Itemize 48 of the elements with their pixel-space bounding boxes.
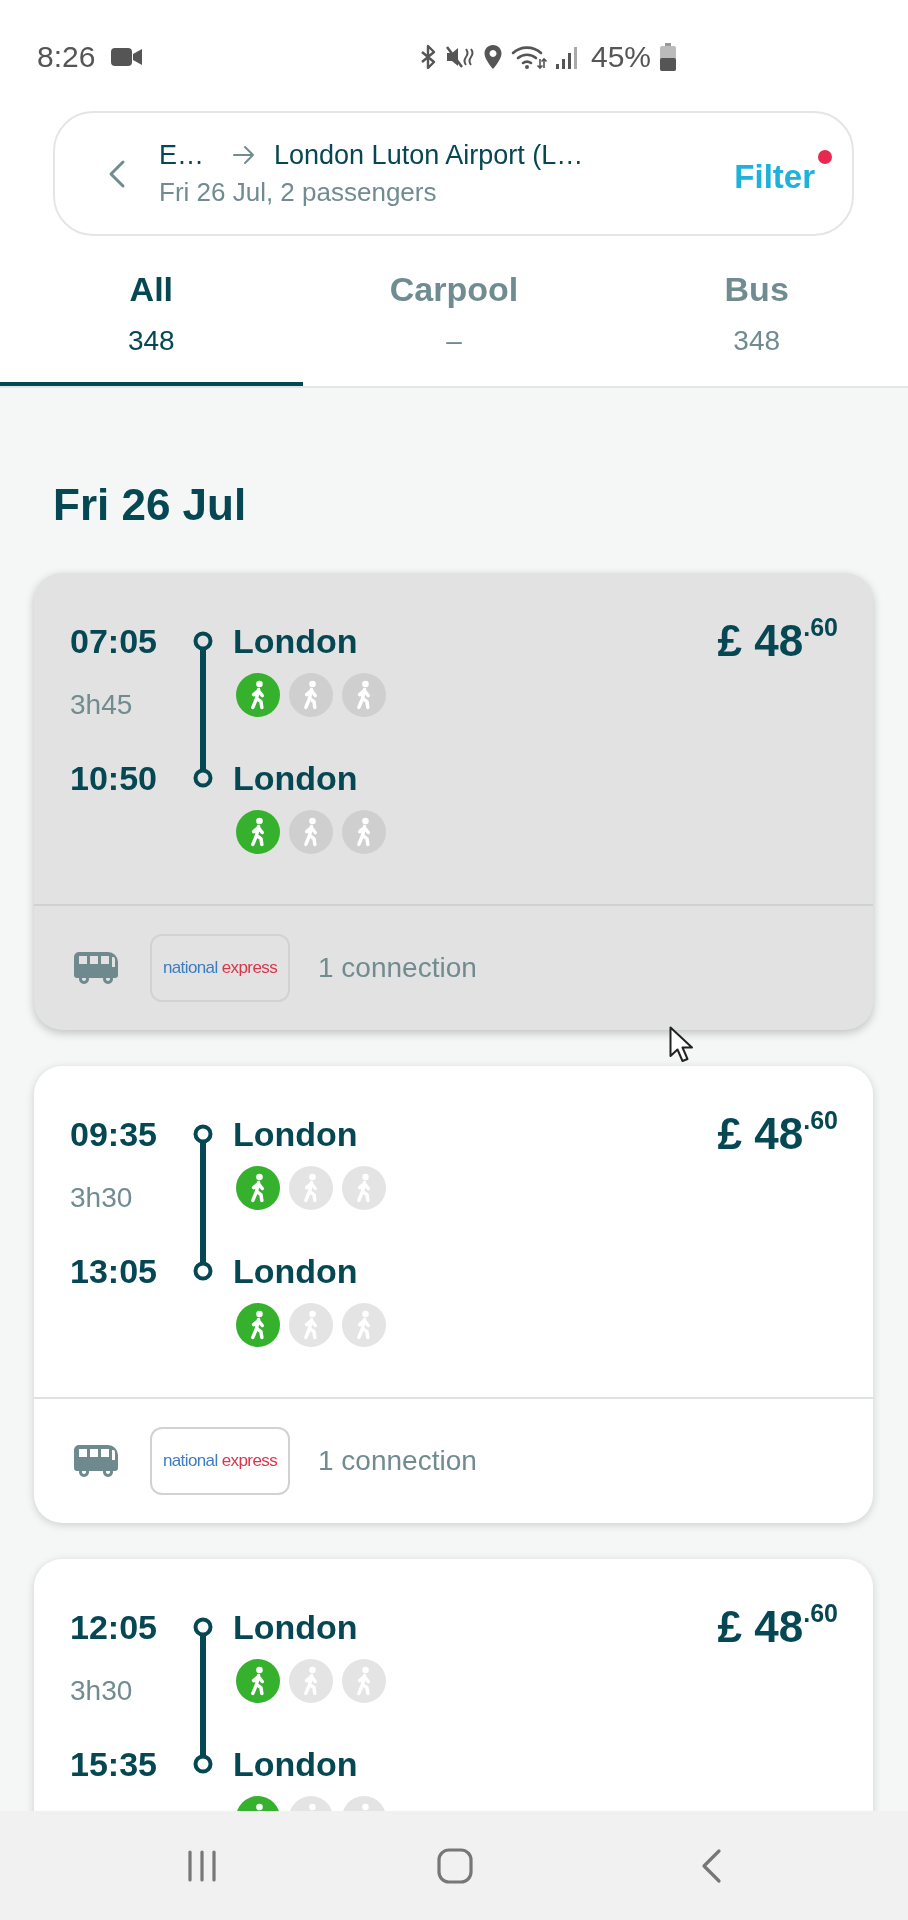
- arrival-city: London: [233, 1744, 358, 1785]
- departure-city: London: [233, 1114, 358, 1155]
- search-summary-card[interactable]: E… London Luton Airport (L… Fri 26 Jul, 2 passengers Filter: [53, 111, 854, 236]
- price: £ 48$^{.60}$: [717, 1605, 838, 1649]
- arrival-time: 10:50: [70, 758, 157, 799]
- price: £ 48$^{.60}$: [717, 1112, 838, 1156]
- back-icon[interactable]: [700, 1847, 722, 1884]
- muted-speaker-icon: [444, 44, 475, 70]
- trip-card[interactable]: 12:05 London £ 48$^{.60}$ 3h30 15:35 London: [34, 1559, 873, 1811]
- departure-city: London: [233, 1607, 358, 1648]
- mouse-pointer-icon: [669, 1026, 695, 1064]
- connections-text: 1 connection: [318, 1445, 477, 1477]
- arrival-city: London: [233, 758, 358, 799]
- departure-time: 07:05: [70, 621, 157, 662]
- departure-city: London: [233, 621, 358, 662]
- home-icon[interactable]: [437, 1847, 473, 1884]
- destination-text: London Luton Airport (L…: [274, 139, 584, 172]
- departure-time: 09:35: [70, 1114, 157, 1155]
- bus-icon: [73, 1444, 119, 1478]
- recent-apps-icon[interactable]: [185, 1848, 219, 1883]
- tab[interactable]: Carpool –: [302, 245, 606, 386]
- back-icon[interactable]: [107, 158, 127, 189]
- battery-icon: [659, 43, 677, 71]
- video-camera-icon: [111, 47, 143, 67]
- location-pin-icon: [482, 44, 503, 70]
- trip-duration: 3h30: [70, 1182, 133, 1214]
- battery-percentage: 45%: [590, 40, 651, 74]
- date-heading: Fri 26 Jul: [53, 479, 247, 531]
- bus-icon: [73, 951, 119, 985]
- wifi-icon: [510, 44, 547, 70]
- operator-logo: national express: [150, 934, 290, 1002]
- arrow-right-icon: [232, 145, 256, 165]
- clock-text: 8:26: [37, 40, 96, 74]
- arrival-time: 15:35: [70, 1744, 157, 1785]
- trip-details-text: Fri 26 Jul, 2 passengers: [159, 176, 438, 209]
- origin-text: E…: [159, 139, 204, 172]
- operator-logo: national express: [150, 1427, 290, 1495]
- trip-duration: 3h45: [70, 689, 133, 721]
- departure-time: 12:05: [70, 1607, 157, 1648]
- arrival-city: London: [233, 1251, 358, 1292]
- price: £ 48$^{.60}$: [717, 619, 838, 663]
- signal-icon: [554, 45, 579, 69]
- trip-card[interactable]: 09:35 London £ 48$^{.60}$ 3h30 13:05 London national express 1 connection: [34, 1066, 873, 1523]
- connections-text: 1 connection: [318, 952, 477, 984]
- arrival-time: 13:05: [70, 1251, 157, 1292]
- trip-card[interactable]: 07:05 London £ 48$^{.60}$ 3h45 10:50 London national express 1 connection: [34, 573, 873, 1030]
- trip-duration: 3h30: [70, 1675, 133, 1707]
- tab[interactable]: Bus 348: [605, 245, 908, 386]
